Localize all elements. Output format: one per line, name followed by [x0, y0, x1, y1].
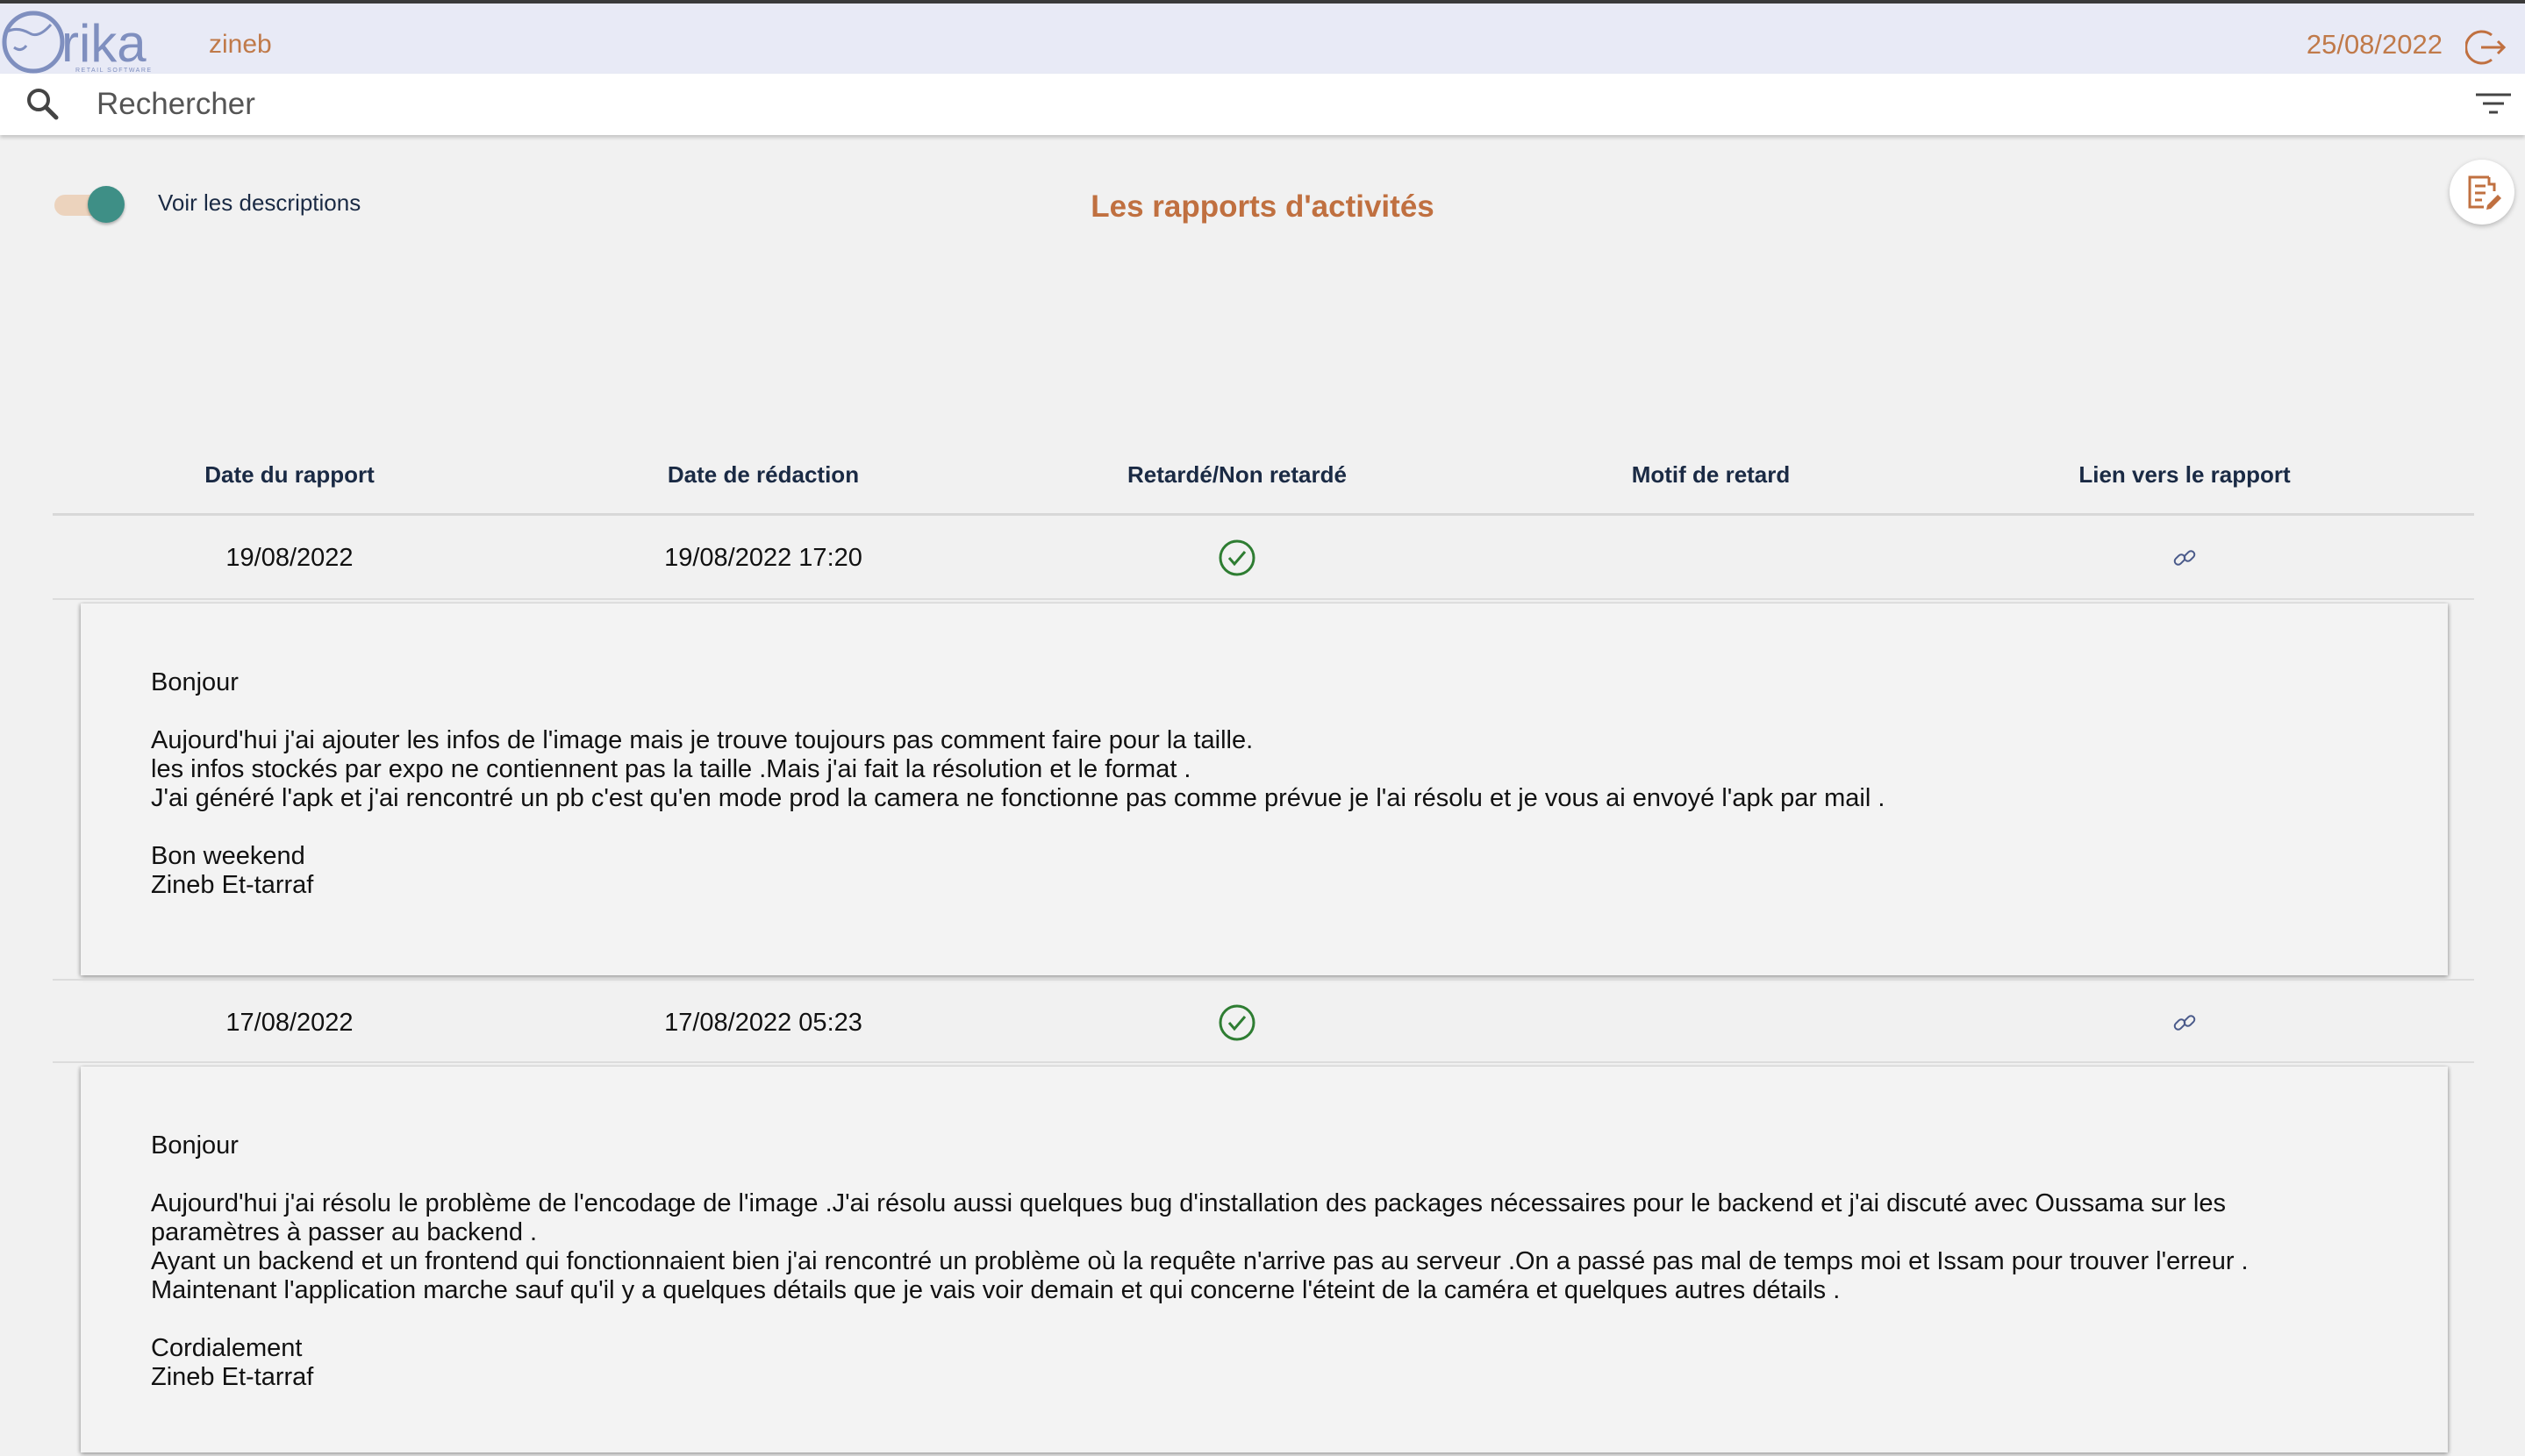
- link-icon[interactable]: [2171, 1010, 2198, 1036]
- written-date: 19/08/2022 17:20: [664, 543, 862, 572]
- link-icon[interactable]: [2171, 545, 2198, 571]
- username: zineb: [209, 30, 272, 59]
- page-title: Les rapports d'activités: [1091, 189, 1434, 224]
- report-date: 17/08/2022: [225, 1008, 354, 1037]
- report-description: Bonjour Aujourd'hui j'ai résolu le probl…: [81, 1067, 2448, 1452]
- edit-document-icon: [2468, 175, 2501, 210]
- column-header-late-status[interactable]: Retardé/Non retardé: [1000, 461, 1474, 489]
- svg-text:RETAIL SOFTWARE: RETAIL SOFTWARE: [75, 68, 153, 74]
- description-text: Bonjour Aujourd'hui j'ai résolu le probl…: [151, 1131, 2249, 1391]
- search-bar: [0, 74, 2525, 135]
- logout-button[interactable]: [2464, 26, 2507, 68]
- late-reason: [1474, 981, 1948, 1065]
- logo-wordmark: rika: [61, 14, 147, 73]
- logout-icon: [2464, 30, 2507, 65]
- table-header: Date du rapport Date de rédaction Retard…: [53, 439, 2474, 516]
- column-header-written-date[interactable]: Date de rédaction: [526, 461, 1000, 489]
- report-description: Bonjour Aujourd'hui j'ai ajouter les inf…: [81, 603, 2448, 975]
- description-text: Bonjour Aujourd'hui j'ai ajouter les inf…: [151, 668, 1885, 899]
- check-circle-icon: [1219, 1004, 1255, 1041]
- app-header: rika RETAIL SOFTWARE zineb 25/08/2022: [0, 0, 2525, 74]
- report-link-cell: [1948, 516, 2421, 600]
- late-status-cell: [1000, 981, 1474, 1065]
- written-date: 17/08/2022 05:23: [664, 1008, 862, 1037]
- new-report-button[interactable]: [2450, 160, 2514, 225]
- search-icon[interactable]: [25, 86, 61, 123]
- column-header-report-date[interactable]: Date du rapport: [53, 461, 526, 489]
- filter-icon[interactable]: [2472, 86, 2514, 123]
- report-date: 19/08/2022: [225, 543, 354, 572]
- column-header-report-link[interactable]: Lien vers le rapport: [1948, 461, 2421, 489]
- late-reason: [1474, 516, 1948, 600]
- orika-logo[interactable]: rika RETAIL SOFTWARE: [0, 7, 180, 74]
- check-circle-icon: [1219, 539, 1255, 576]
- report-link-cell: [1948, 981, 2421, 1065]
- late-status-cell: [1000, 516, 1474, 600]
- table-row[interactable]: 17/08/2022 17/08/2022 05:23: [53, 979, 2474, 1063]
- current-date: 25/08/2022: [2306, 29, 2443, 60]
- search-input[interactable]: [97, 82, 2378, 126]
- column-header-late-reason[interactable]: Motif de retard: [1474, 461, 1948, 489]
- reports-table: Date du rapport Date de rédaction Retard…: [53, 439, 2474, 1456]
- table-row[interactable]: 19/08/2022 19/08/2022 17:20: [53, 516, 2474, 600]
